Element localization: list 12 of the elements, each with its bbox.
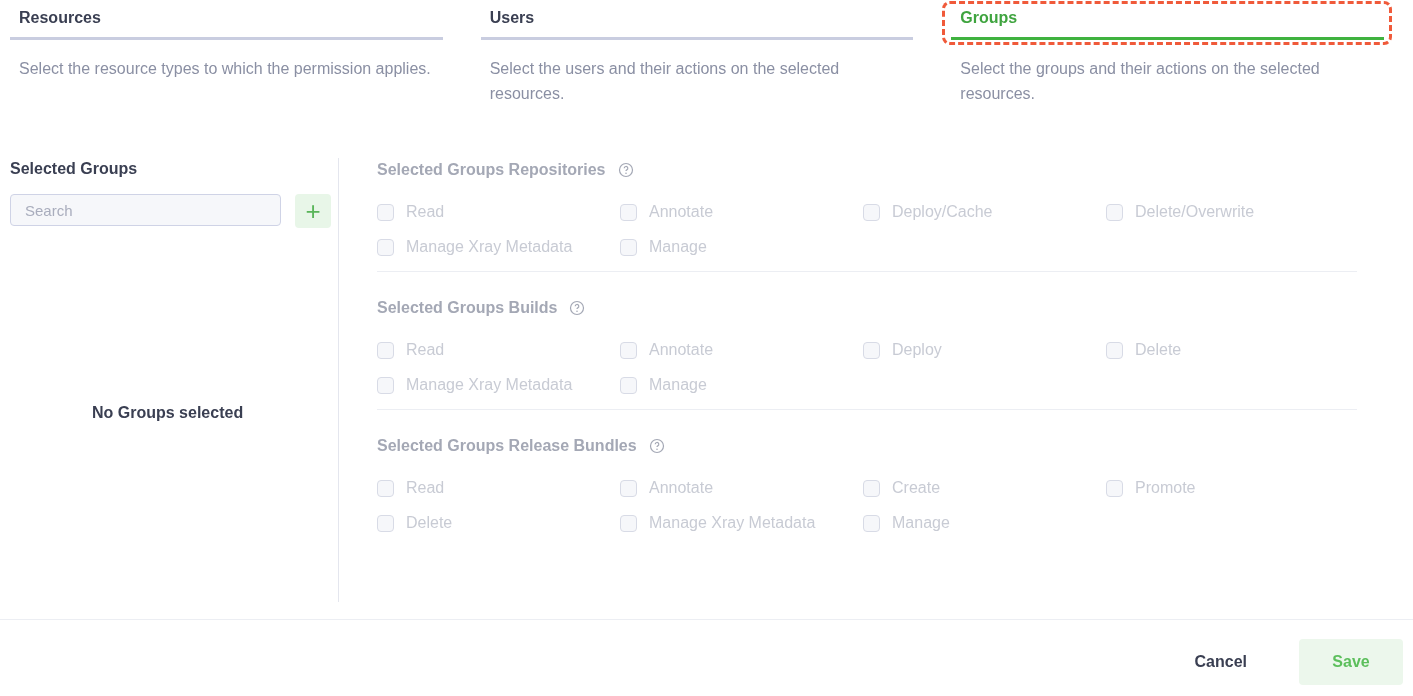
section-title: Selected Groups Builds [377, 299, 558, 317]
tab-description: Select the resource types to which the permission applies. [19, 59, 432, 79]
section-title: Selected Groups Repositories [377, 161, 606, 179]
tab[interactable]: Users [480, 0, 914, 40]
search-field[interactable]: Search [10, 194, 281, 226]
empty-message: No Groups selected [92, 404, 245, 422]
tab-description: Select the groups and their actions on the selected resources. [960, 59, 1321, 104]
tab[interactable]: Resources [10, 0, 443, 40]
panel-title: Selected Groups [10, 160, 139, 178]
section-title: Selected Groups Release Bundles [377, 437, 637, 455]
tab-description: Select the users and their actions on the selected resources. [489, 59, 841, 104]
cancel-button[interactable]: Cancel [1188, 652, 1253, 672]
